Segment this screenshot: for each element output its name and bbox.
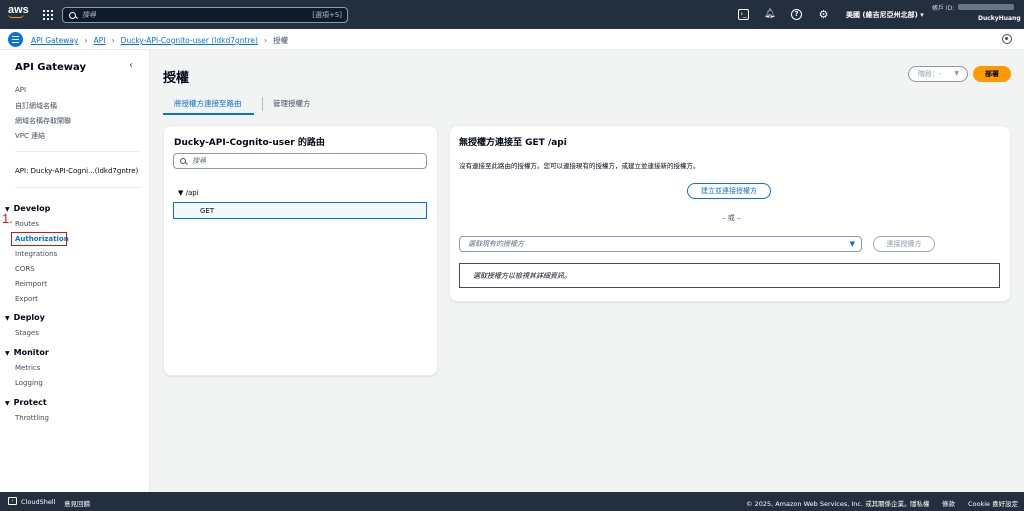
annotation-step-1: 1. xyxy=(2,211,13,226)
aws-logo[interactable]: aws xyxy=(8,5,29,18)
sidebar-section-protect[interactable]: ▼ Protect xyxy=(5,398,47,407)
settings-icon[interactable] xyxy=(1002,34,1012,44)
search-placeholder: 搜尋 xyxy=(82,11,96,19)
deploy-button[interactable]: 部署 xyxy=(973,66,1011,82)
route-search-input[interactable]: 搜尋 xyxy=(173,153,427,169)
divider xyxy=(15,187,140,188)
top-navigation: aws 搜尋 [選項+S] ›_ 🔔︎ ? ⚙ 美國 (維吉尼亞州北部) ▾ 帳… xyxy=(0,0,1024,29)
sidebar-item-integrations[interactable]: Integrations xyxy=(15,250,57,258)
grid-icon[interactable] xyxy=(43,10,53,20)
sidebar-item-routes[interactable]: Routes xyxy=(15,220,39,228)
chevron-right-icon: › xyxy=(263,36,268,45)
sidebar-section-monitor[interactable]: ▼ Monitor xyxy=(5,348,49,357)
search-input[interactable]: 搜尋 [選項+S] xyxy=(62,7,348,23)
sidebar-item-custom-domains[interactable]: 自訂網域名稱 xyxy=(15,101,57,111)
annotation-box-authorization xyxy=(11,232,67,246)
account-id-redacted xyxy=(958,4,1014,10)
region-selector[interactable]: 美國 (維吉尼亞州北部) ▾ xyxy=(846,10,924,20)
sidebar-title: API Gateway xyxy=(15,62,86,73)
help-icon[interactable]: ? xyxy=(791,9,802,20)
create-and-attach-authorizer-button[interactable]: 建立並連接授權方 xyxy=(687,183,771,199)
gear-icon[interactable]: ⚙ xyxy=(818,9,829,20)
chevron-right-icon: › xyxy=(111,36,115,45)
sidebar-section-deploy[interactable]: ▼ Deploy xyxy=(5,313,45,322)
sidebar-item-vpc-links[interactable]: VPC 連結 xyxy=(15,131,45,141)
authorizer-panel-title: 無授權方連接至 GET /api xyxy=(459,138,567,148)
tab-divider xyxy=(262,97,263,111)
footer-copyright: © 2025, Amazon Web Services, Inc. 或其關係企業… xyxy=(746,500,911,508)
footer: › CloudShell 意見回饋 © 2025, Amazon Web Ser… xyxy=(0,492,1024,511)
breadcrumb-bar: API Gateway › API › Ducky-API-Cognito-us… xyxy=(0,29,1024,50)
routes-panel-title: Ducky-API-Cognito-user 的路由 xyxy=(174,138,325,148)
sidebar-item-logging[interactable]: Logging xyxy=(15,379,43,387)
breadcrumb-link[interactable]: API Gateway xyxy=(31,36,78,45)
stage-select[interactable]: 階段：- ▼ xyxy=(908,66,968,82)
caret-down-icon: ▼ xyxy=(5,400,10,407)
footer-feedback[interactable]: 意見回饋 xyxy=(64,498,90,508)
page-title: 授權 xyxy=(163,71,190,86)
breadcrumb-link[interactable]: Ducky-API-Cognito-user (ldkd7gntre) xyxy=(121,36,258,45)
tab-attach-authorizers[interactable]: 將授權方連接至路由 xyxy=(174,98,242,109)
authorizer-description: 沒有連接至此路由的授權方。您可以連接現有的授權方，或建立並連接新的授權方。 xyxy=(459,162,700,170)
chevron-right-icon: › xyxy=(84,36,88,45)
chevron-left-icon[interactable]: ‹ xyxy=(129,60,133,71)
bell-icon[interactable]: 🔔︎ xyxy=(764,9,775,20)
search-icon xyxy=(180,158,186,164)
cloudshell-icon[interactable]: › xyxy=(8,497,17,505)
sidebar-item-domain-access[interactable]: 網域名稱存取閘聯 xyxy=(15,116,71,126)
breadcrumb-link[interactable]: API xyxy=(94,36,106,45)
authorizer-select[interactable]: 選取現有的授權方 ▼ xyxy=(459,236,862,252)
or-separator: – 或 – xyxy=(722,214,741,222)
sidebar-item-cors[interactable]: CORS xyxy=(15,265,35,273)
search-shortcut: [選項+S] xyxy=(312,11,342,19)
caret-down-icon: ▼ xyxy=(849,240,855,248)
active-tab-indicator xyxy=(163,113,254,115)
sidebar-item-reimport[interactable]: Reimport xyxy=(15,280,47,288)
account-label: 帳戶 ID: xyxy=(932,5,955,12)
caret-down-icon: ▼ xyxy=(954,70,959,77)
sidebar-item-metrics[interactable]: Metrics xyxy=(15,364,40,372)
caret-down-icon: ▼ xyxy=(5,350,10,357)
footer-cloudshell[interactable]: CloudShell xyxy=(21,498,55,506)
footer-privacy[interactable]: 隱私權 xyxy=(910,498,930,508)
breadcrumb-current: 授權 xyxy=(273,36,289,45)
route-method-get[interactable]: GET xyxy=(200,207,214,215)
route-root-path[interactable]: ▼ /api xyxy=(178,189,199,197)
footer-cookie-preferences[interactable]: Cookie 喜好設定 xyxy=(968,498,1018,508)
sidebar-item-stages[interactable]: Stages xyxy=(15,329,39,337)
attach-authorizer-button[interactable]: 連接授權方 xyxy=(873,236,935,252)
sidebar-item-throttling[interactable]: Throttling xyxy=(15,414,49,422)
authorizer-info-box: 選取授權方以檢視其詳細資訊。 xyxy=(459,263,1000,288)
footer-terms[interactable]: 條款 xyxy=(942,498,955,508)
route-search-placeholder: 搜尋 xyxy=(192,157,206,165)
account-menu[interactable]: DuckyHuang xyxy=(978,15,1021,22)
breadcrumb: API Gateway › API › Ducky-API-Cognito-us… xyxy=(31,35,288,46)
sidebar-item-export[interactable]: Export xyxy=(15,295,38,303)
cloudshell-icon[interactable]: ›_ xyxy=(738,9,749,20)
tab-manage-authorizers[interactable]: 管理授權方 xyxy=(273,98,311,109)
divider xyxy=(15,151,140,152)
sidebar-item-api[interactable]: API xyxy=(15,86,26,94)
search-icon xyxy=(69,11,76,19)
sidebar: API Gateway ‹ API 自訂網域名稱 網域名稱存取閘聯 VPC 連結… xyxy=(0,50,150,492)
caret-down-icon: ▼ xyxy=(5,315,10,322)
sidebar-api-name[interactable]: API: Ducky-API-Cogni...(ldkd7gntre) xyxy=(15,167,138,175)
hamburger-menu-icon[interactable] xyxy=(8,32,23,47)
caret-down-icon: ▼ xyxy=(178,189,184,197)
